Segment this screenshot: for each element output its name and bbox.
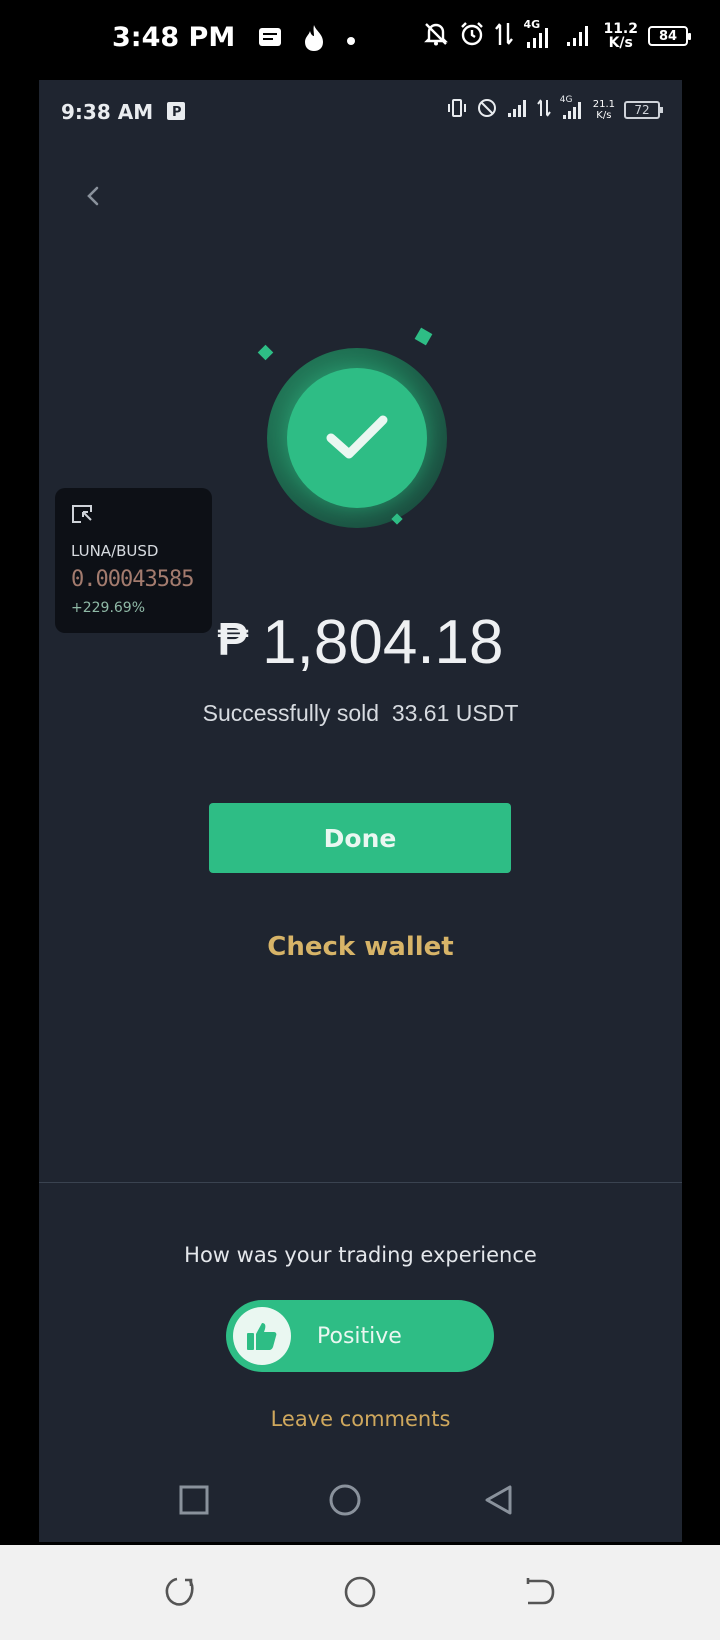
checkmark-icon <box>326 415 388 459</box>
outer-recent-apps-button[interactable] <box>163 1575 197 1609</box>
thumbs-up-icon <box>247 1323 277 1350</box>
battery-level: 84 <box>658 28 678 44</box>
back-button[interactable] <box>75 178 111 214</box>
inner-battery-icon: 72 <box>624 101 663 119</box>
square-icon <box>179 1485 209 1515</box>
currency-symbol: ₱ <box>217 613 249 665</box>
circle-icon <box>329 1484 361 1516</box>
dot-icon <box>346 31 356 50</box>
back-arrow-icon <box>526 1578 555 1605</box>
vibrate-icon <box>446 98 468 122</box>
mute-bell-icon <box>423 21 449 51</box>
amount-value: 1,804.18 <box>262 608 504 677</box>
success-graphic <box>267 348 447 528</box>
signal-4g-icon: 4G <box>523 18 553 50</box>
back-nav-button[interactable] <box>482 1483 516 1517</box>
inner-battery-level: 72 <box>634 103 650 117</box>
feedback-question: How was your trading experience <box>184 1243 537 1267</box>
sparkle-icon <box>414 327 433 346</box>
sale-amount: ₱ 1,804.18 <box>39 607 682 678</box>
outer-clock: 3:48 PM <box>112 22 236 53</box>
inner-speed-unit: K/s <box>596 110 612 121</box>
svg-text:P: P <box>172 105 182 120</box>
done-button[interactable]: Done <box>209 803 511 873</box>
inner-navigation-bar <box>39 1465 682 1535</box>
leave-comments-link[interactable]: Leave comments <box>39 1407 682 1431</box>
outer-notification-icons <box>258 24 356 56</box>
recents-icon <box>165 1577 194 1606</box>
parking-icon: P <box>166 101 186 126</box>
battery-icon: 84 <box>648 26 691 46</box>
chevron-left-icon <box>87 186 99 206</box>
home-circle-icon <box>344 1576 376 1608</box>
outer-home-button[interactable] <box>343 1575 377 1609</box>
sold-message: Successfully sold 33.61 USDT <box>202 700 519 726</box>
outer-system-icons: 4G 11.2 K/s 84 <box>423 18 691 52</box>
inner-network-speed: 21.1 K/s <box>593 99 615 121</box>
inner-status-bar: 9:38 AM P 4G 21.1 K/s 72 <box>39 80 682 140</box>
outer-navigation-bar <box>0 1545 720 1640</box>
ticker-pair: LUNA/BUSD <box>71 542 159 560</box>
home-button[interactable] <box>328 1483 362 1517</box>
signal-icon <box>563 20 593 52</box>
expand-window-icon[interactable] <box>71 504 93 528</box>
alarm-icon <box>459 21 485 51</box>
network-speed-value: 11.2 <box>603 21 638 37</box>
inner-speed-value: 21.1 <box>592 99 615 110</box>
success-circle <box>287 368 427 508</box>
app-screen: 9:38 AM P 4G 21.1 K/s 72 LUNA/BUSD 0.000… <box>39 80 682 1542</box>
thumb-up-circle <box>233 1307 291 1365</box>
signal-4g-icon: 4G <box>560 95 584 120</box>
check-wallet-link[interactable]: Check wallet <box>39 932 682 962</box>
divider <box>39 1182 682 1183</box>
fire-icon <box>302 24 326 56</box>
network-speed: 11.2 K/s <box>603 22 638 50</box>
message-icon <box>258 27 282 53</box>
outer-back-button[interactable] <box>523 1575 557 1609</box>
positive-feedback-button[interactable]: Positive <box>226 1300 494 1372</box>
positive-label: Positive <box>317 1323 402 1349</box>
ticker-price: 0.00043585 <box>71 567 194 592</box>
triangle-back-icon <box>485 1485 512 1515</box>
signal-icon <box>506 98 528 122</box>
data-arrows-icon <box>495 21 514 51</box>
blocked-icon <box>477 98 497 122</box>
inner-time-text: 9:38 AM <box>61 100 154 124</box>
network-speed-unit: K/s <box>608 35 633 51</box>
recent-apps-button[interactable] <box>177 1483 211 1517</box>
inner-system-icons: 4G 21.1 K/s 72 <box>446 95 663 122</box>
data-arrows-icon <box>536 98 551 122</box>
outer-status-bar: 3:48 PM 4G 11.2 K/s 84 <box>0 0 720 80</box>
inner-clock: 9:38 AM P <box>61 100 186 126</box>
